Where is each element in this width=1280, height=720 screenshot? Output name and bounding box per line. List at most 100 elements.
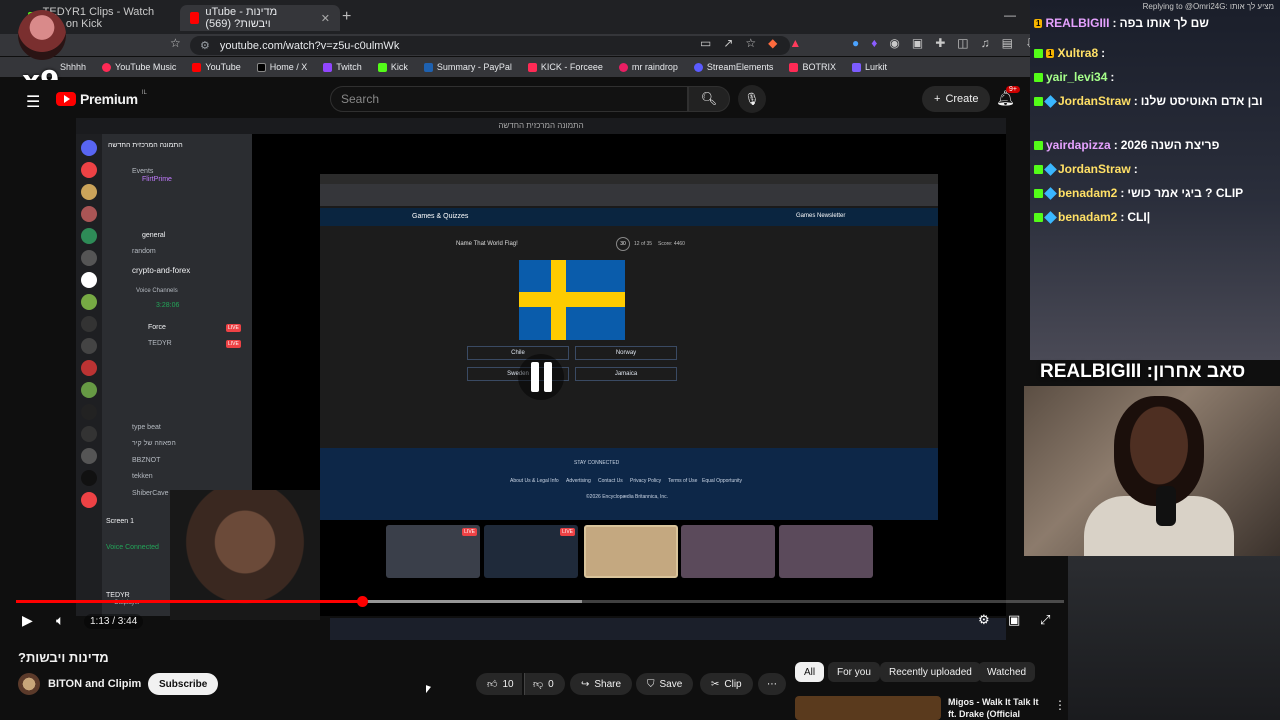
create-button[interactable]: + Create bbox=[922, 86, 991, 112]
quiz-option[interactable]: Jamaica bbox=[575, 367, 677, 381]
quiz-option[interactable]: Norway bbox=[575, 346, 677, 360]
cast-icon[interactable]: ▭ bbox=[700, 36, 711, 50]
chat-overlay: Replying to @Omri24G: מציע לך אותו 1 REAL… bbox=[1030, 0, 1280, 360]
more-icon[interactable]: ⋮ bbox=[1054, 698, 1066, 712]
stream-thumbnail[interactable]: LIVE bbox=[484, 525, 578, 578]
rewards-icon[interactable]: ▲ bbox=[789, 36, 801, 50]
server-icon bbox=[81, 250, 97, 266]
recommended-title[interactable]: Migos - Walk It Talk It ft. Drake (Offic… bbox=[948, 696, 1048, 720]
live-badge: LIVE bbox=[226, 340, 241, 348]
subscribe-button[interactable]: Subscribe bbox=[148, 673, 219, 695]
channel-avatar[interactable] bbox=[18, 673, 40, 695]
new-tab-button[interactable]: + bbox=[342, 8, 351, 26]
channel-item[interactable]: הפאוזה של קיר bbox=[132, 440, 176, 447]
url-text: youtube.com/watch?v=z5u-c0ulmWk bbox=[219, 39, 400, 52]
bookmark-item[interactable]: Shhhh bbox=[60, 62, 86, 72]
voice-user[interactable]: TEDYR bbox=[148, 340, 172, 347]
user-tile[interactable] bbox=[779, 525, 873, 578]
like-button[interactable]: 👍︎ 10 bbox=[476, 673, 522, 695]
chat-message: JordanStraw: ובן אדם האוטיסט שלנו bbox=[1034, 94, 1263, 108]
server-icon bbox=[81, 228, 97, 244]
puzzle-icon[interactable]: ✚ bbox=[935, 36, 945, 50]
bookmark-item[interactable]: Summary - PayPal bbox=[423, 62, 512, 72]
fullscreen-icon[interactable]: ⤢ bbox=[1040, 612, 1050, 628]
stream-thumbnail[interactable]: LIVE bbox=[386, 525, 480, 578]
address-row: ☆ ⚙ youtube.com/watch?v=z5u-c0ulmWk ▭ ↗ … bbox=[0, 34, 1035, 56]
bookmark-item[interactable]: BOTRIX bbox=[789, 62, 836, 72]
share-button[interactable]: ↪ Share bbox=[570, 673, 633, 695]
channel-item[interactable]: BBZNOT bbox=[132, 457, 160, 464]
channel-item[interactable]: Events bbox=[132, 168, 153, 175]
bookmark-item[interactable]: Home / X bbox=[256, 62, 307, 72]
search-button[interactable]: 🔍︎ bbox=[688, 86, 730, 112]
channel-item[interactable]: crypto-and-forex bbox=[132, 266, 190, 275]
clip-button[interactable]: ✂ Clip bbox=[700, 673, 753, 695]
media-icon[interactable]: ♫ bbox=[981, 36, 990, 50]
voice-connected-label: Voice Connected bbox=[106, 544, 159, 551]
footer-link: About Us & Legal Info bbox=[510, 478, 559, 484]
extension-icon[interactable]: ● bbox=[852, 36, 859, 50]
volume-icon[interactable]: 🔈︎ bbox=[56, 612, 64, 629]
miniplayer-icon[interactable]: ▣ bbox=[1008, 612, 1020, 628]
star-icon[interactable]: ☆ bbox=[745, 36, 756, 50]
bookmark-item[interactable]: YouTube Music bbox=[102, 62, 176, 72]
youtube-logo[interactable]: Premium IL bbox=[56, 90, 147, 107]
pause-overlay-icon[interactable] bbox=[518, 354, 564, 400]
bookmark-item[interactable]: KICK - Forceee bbox=[527, 62, 603, 72]
channel-name[interactable]: BITON and Clipim bbox=[48, 678, 141, 690]
last-subscriber-label: סאב אחרון: REALBIGIII bbox=[1040, 361, 1246, 382]
settings-icon[interactable]: ⚙ bbox=[978, 612, 990, 628]
youtube-header: ☰ Premium IL Search 🔍︎ 🎙︎ + Create 🔔︎ 9+ bbox=[0, 80, 1030, 120]
play-icon[interactable]: ▶ bbox=[22, 612, 33, 629]
scrubber-handle[interactable] bbox=[356, 596, 368, 607]
bookmark-item[interactable]: Lurkit bbox=[851, 62, 887, 72]
chip-watched[interactable]: Watched bbox=[978, 662, 1036, 682]
bookmark-item[interactable]: mr raindrop bbox=[618, 62, 678, 72]
extension-icon[interactable]: ◉ bbox=[889, 36, 899, 50]
channel-item[interactable]: general bbox=[142, 232, 165, 239]
extension-icon[interactable]: ▣ bbox=[912, 36, 923, 50]
minimize-icon[interactable]: — bbox=[1004, 8, 1016, 22]
bookmark-star-icon[interactable]: ☆ bbox=[170, 36, 181, 50]
bookmark-item[interactable]: YouTube bbox=[192, 62, 241, 72]
paypal-icon bbox=[423, 62, 433, 72]
more-actions-button[interactable]: ⋯ bbox=[758, 673, 786, 695]
site-info-icon[interactable]: ⚙ bbox=[200, 39, 210, 52]
channel-item[interactable]: tekken bbox=[132, 473, 153, 480]
bookmark-item[interactable]: Twitch bbox=[323, 62, 362, 72]
extension-icon[interactable]: ◫ bbox=[957, 36, 968, 50]
chat-message: benadam2: ביגי אמר כושי ? CLIP bbox=[1034, 186, 1243, 200]
bookmark-item[interactable]: Kick bbox=[377, 62, 408, 72]
extension-icon[interactable]: ♦ bbox=[871, 36, 877, 50]
save-button[interactable]: ⛉ Save bbox=[636, 673, 694, 695]
channel-item[interactable]: random bbox=[132, 248, 156, 255]
recommended-thumbnail[interactable] bbox=[795, 696, 941, 720]
server-icon bbox=[81, 184, 97, 200]
menu-icon[interactable]: ☰ bbox=[26, 92, 40, 112]
tab-youtube[interactable]: uTube - מדינות ויבשות? (569) ✕ bbox=[180, 5, 340, 31]
voice-user[interactable]: Force bbox=[148, 324, 166, 331]
bookmark-item[interactable]: StreamElements bbox=[693, 62, 773, 72]
chip-recently-uploaded[interactable]: Recently uploaded bbox=[880, 662, 981, 682]
kick-icon bbox=[377, 62, 387, 72]
chip-all[interactable]: All bbox=[795, 662, 825, 682]
channel-item[interactable]: type beat bbox=[132, 424, 161, 431]
x-icon bbox=[256, 62, 266, 72]
chip-for-you[interactable]: For you bbox=[828, 662, 880, 682]
sidebar-icon[interactable]: ▤ bbox=[1002, 36, 1013, 50]
voice-search-button[interactable]: 🎙︎ bbox=[738, 85, 766, 113]
share-icon[interactable]: ↗ bbox=[723, 36, 733, 50]
brave-icon[interactable]: ◆ bbox=[768, 36, 777, 50]
server-icon bbox=[81, 404, 97, 420]
server-icon bbox=[81, 338, 97, 354]
close-tab-icon[interactable]: ✕ bbox=[321, 12, 330, 25]
quiz-progress: 12 of 35 bbox=[634, 241, 653, 247]
channel-item[interactable]: FlirtPrime bbox=[142, 176, 172, 183]
search-input[interactable]: Search bbox=[330, 86, 688, 112]
browser-tabbar: TEDYR1 Clips - Watch Live on Kick uTube … bbox=[0, 0, 1030, 34]
user-tile[interactable] bbox=[584, 525, 678, 578]
channel-item[interactable]: ShiberCave bbox=[132, 490, 169, 497]
server-icon bbox=[81, 492, 97, 508]
dislike-button[interactable]: 👎︎ 0 bbox=[524, 673, 565, 695]
user-tile[interactable] bbox=[681, 525, 775, 578]
